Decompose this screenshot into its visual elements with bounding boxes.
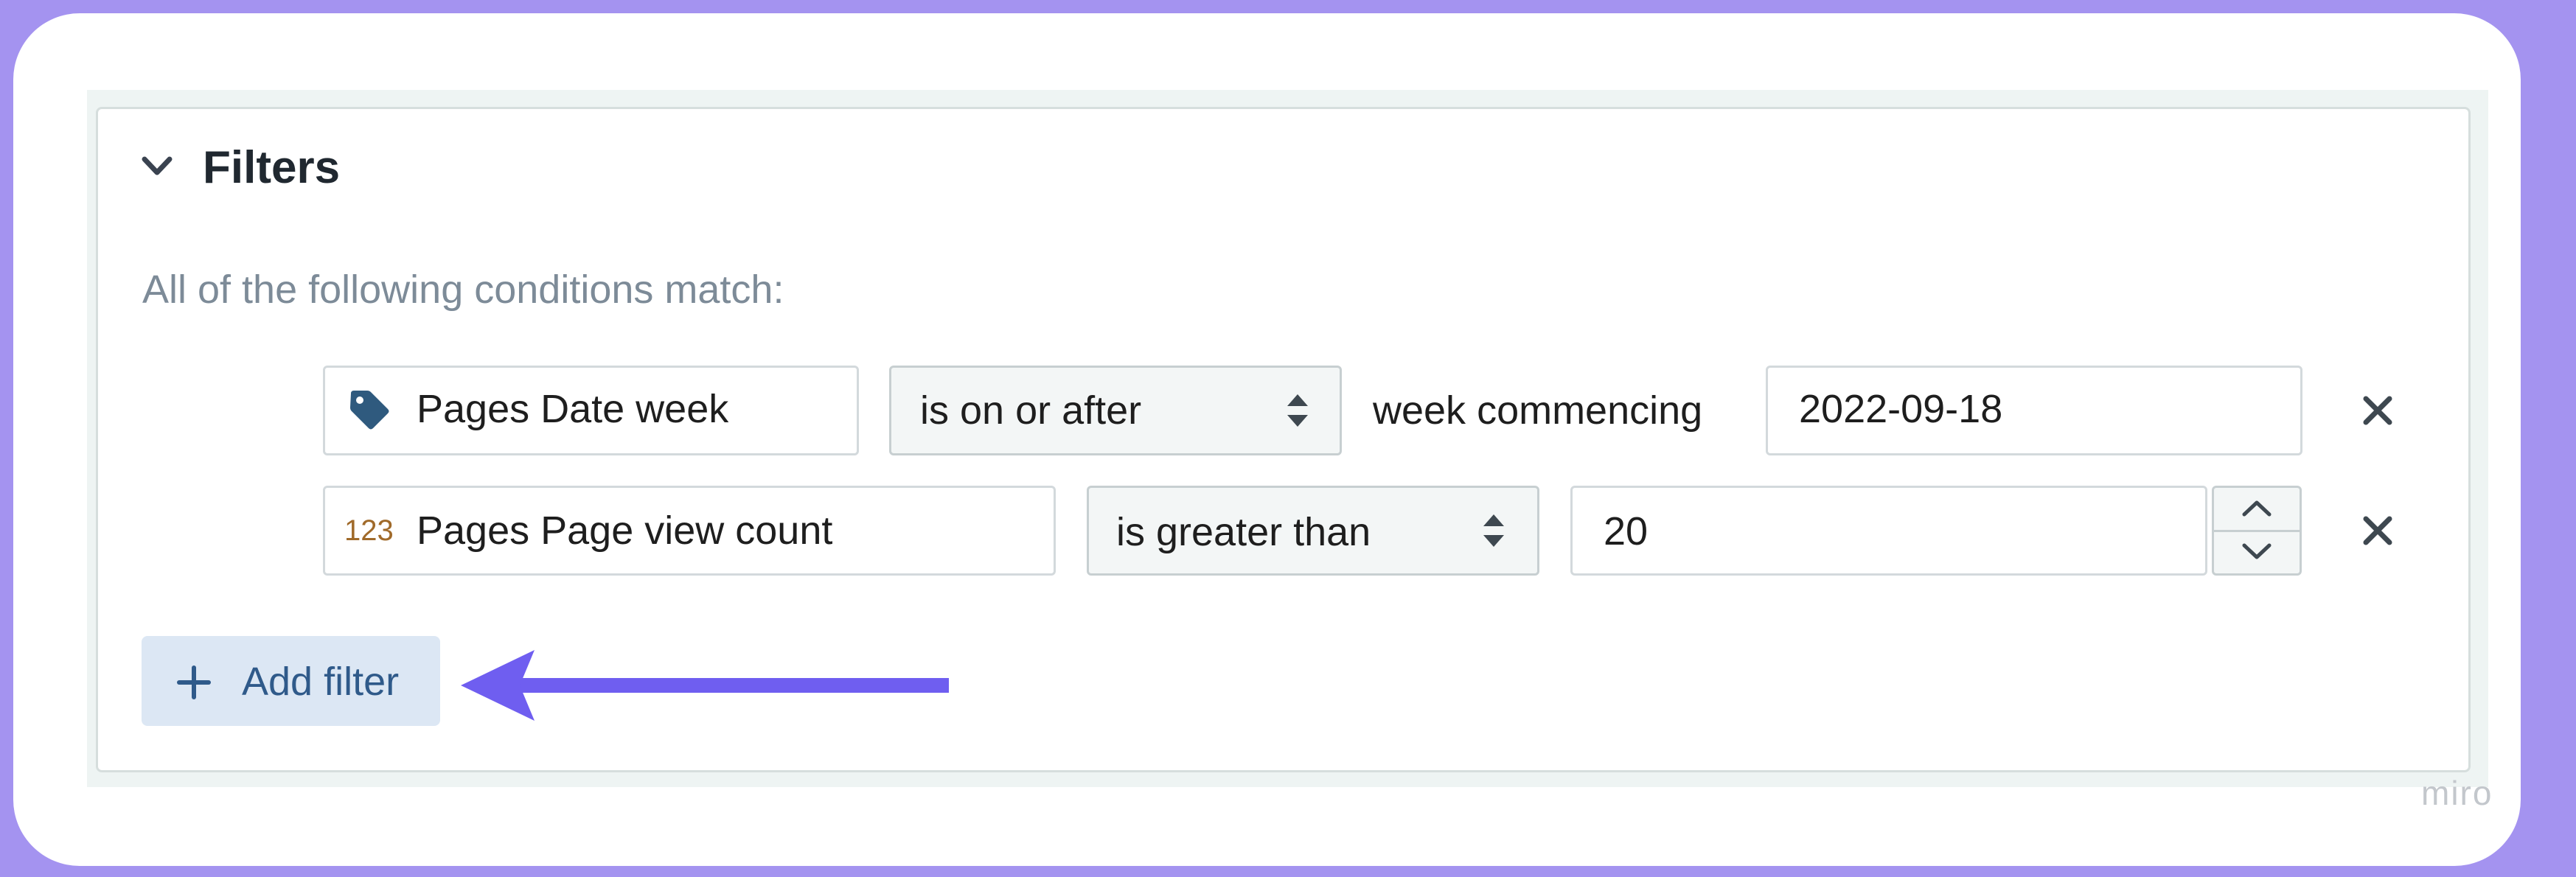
number-value: 20 bbox=[1604, 509, 1649, 553]
chevron-up-icon[interactable] bbox=[2241, 498, 2273, 519]
annotation-arrow-icon bbox=[461, 650, 949, 721]
chevron-down-icon[interactable] bbox=[140, 155, 174, 178]
remove-filter-icon[interactable] bbox=[2361, 394, 2394, 427]
tag-icon bbox=[350, 391, 389, 430]
stepper-divider bbox=[2214, 530, 2300, 532]
operator-value: is on or after bbox=[920, 388, 1142, 433]
number-type-icon: 123 bbox=[344, 514, 394, 547]
add-filter-label: Add filter bbox=[242, 660, 400, 704]
number-value-input[interactable] bbox=[1570, 486, 2207, 576]
chevron-down-icon[interactable] bbox=[2241, 541, 2273, 562]
date-value: 2022-09-18 bbox=[1799, 387, 2003, 431]
sort-arrows-icon bbox=[1483, 514, 1504, 547]
filter-qualifier: week commencing bbox=[1373, 388, 1703, 433]
filter-field-label: Pages Date week bbox=[417, 387, 729, 431]
conditions-caption: All of the following conditions match: bbox=[142, 268, 784, 312]
filter-field-label: Pages Page view count bbox=[417, 509, 833, 553]
panel-title[interactable]: Filters bbox=[203, 141, 340, 195]
watermark: miro bbox=[2421, 774, 2493, 812]
add-filter-button[interactable]: Add filter bbox=[142, 636, 440, 726]
remove-filter-icon[interactable] bbox=[2361, 514, 2394, 547]
sort-arrows-icon bbox=[1287, 394, 1308, 427]
plus-icon bbox=[177, 665, 211, 699]
operator-value: is greater than bbox=[1116, 510, 1371, 554]
number-stepper[interactable] bbox=[2212, 486, 2302, 576]
